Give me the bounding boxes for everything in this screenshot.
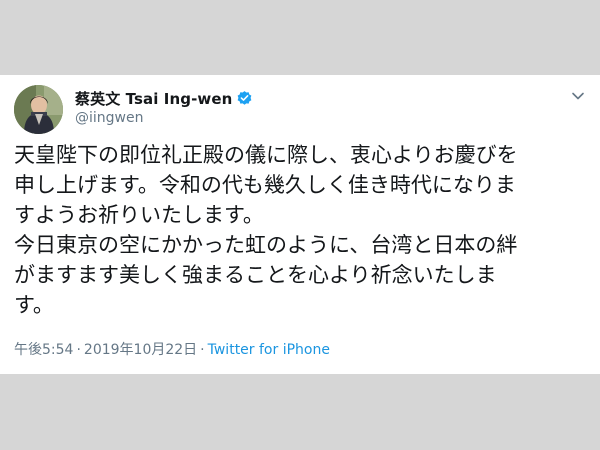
tweet-text-line: がますます美しく強まることを心より祈念いたしま xyxy=(14,263,497,287)
tweet-meta: 午後5:54 · 2019年10月22日 · Twitter for iPhone xyxy=(14,339,330,359)
tweet-text-line: す。 xyxy=(14,293,54,317)
tweet-date[interactable]: 2019年10月22日 xyxy=(84,342,197,358)
avatar[interactable] xyxy=(14,85,63,134)
handle[interactable]: @iingwen xyxy=(75,110,143,126)
tweet-card: 蔡英文 Tsai Ing-wen @iingwen 天皇陛下の即位礼正殿の儀に際… xyxy=(0,75,600,374)
tweet-text-line: すようお祈りいたします。 xyxy=(14,203,264,227)
verified-badge-icon xyxy=(236,90,253,107)
chevron-down-icon[interactable] xyxy=(570,88,586,102)
tweet-source-link[interactable]: Twitter for iPhone xyxy=(208,342,330,358)
tweet-time[interactable]: 午後5:54 xyxy=(14,342,73,358)
tweet-text-line: 今日東京の空にかかった虹のように、台湾と日本の絆 xyxy=(14,233,518,257)
display-name[interactable]: 蔡英文 Tsai Ing-wen xyxy=(75,88,232,109)
tweet-text-line: 天皇陛下の即位礼正殿の儀に際し、衷心よりお慶びを xyxy=(14,143,518,167)
meta-separator: · xyxy=(200,342,205,358)
tweet-text-line: 申し上げます。令和の代も幾久しく佳き時代になりま xyxy=(14,173,516,197)
author-name-row[interactable]: 蔡英文 Tsai Ing-wen xyxy=(75,88,253,109)
avatar-photo xyxy=(14,85,63,134)
tweet-text: 天皇陛下の即位礼正殿の儀に際し、衷心よりお慶びを 申し上げます。令和の代も幾久し… xyxy=(14,140,588,320)
meta-separator: · xyxy=(76,342,81,358)
